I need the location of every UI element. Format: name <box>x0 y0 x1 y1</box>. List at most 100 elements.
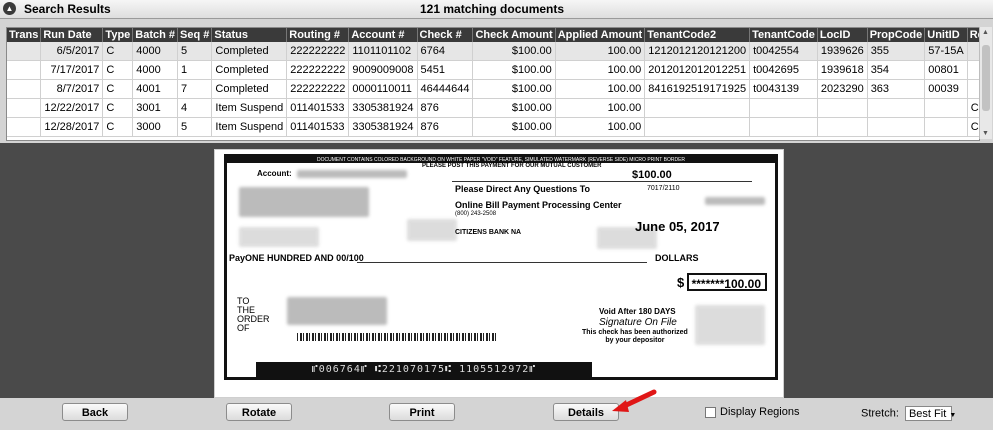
table-cell <box>924 117 968 137</box>
table-cell: t0043139 <box>749 79 818 99</box>
rotate-button[interactable]: Rotate <box>226 403 292 421</box>
table-row[interactable]: 12/22/2017 C 3001 4 Item Suspend 011401533 330… <box>7 98 979 118</box>
print-button[interactable]: Print <box>389 403 455 421</box>
table-cell: 00801 <box>924 60 968 80</box>
table-cell: 8416192519171925 <box>644 79 751 99</box>
table-cell: 363 <box>867 79 926 99</box>
grid-scrollbar[interactable]: ▲ ▼ <box>979 27 992 139</box>
table-cell <box>749 98 818 118</box>
table-cell: 3001 <box>132 98 179 118</box>
table-cell: Item Suspend <box>211 117 288 137</box>
redacted-payee <box>287 297 387 325</box>
void-after-text: Void After 180 DAYS <box>599 307 676 316</box>
table-row[interactable]: 8/7/2017 C 4001 7 Completed 222222222 00001100… <box>7 79 979 99</box>
dollar-sign: $ <box>677 275 685 290</box>
table-header-row: Trans Run Date Type Batch # Seq # Status… <box>7 28 979 42</box>
table-cell: C <box>102 60 134 80</box>
table-cell: 100.00 <box>555 79 646 99</box>
table-cell: 354 <box>867 60 926 80</box>
table-cell: t0042695 <box>749 60 818 80</box>
col-header[interactable]: Seq # <box>177 28 213 42</box>
phone-text: (800) 243-2508 <box>455 211 497 217</box>
table-cell: 12/22/2017 <box>40 98 104 118</box>
table-cell: 1939618 <box>817 60 868 80</box>
table-cell: 222222222 <box>286 60 350 80</box>
scroll-thumb[interactable] <box>982 45 990 111</box>
check-barcode <box>297 333 497 341</box>
table-cell: 5451 <box>417 60 474 80</box>
table-cell: 4000 <box>132 42 179 61</box>
display-regions-toggle[interactable]: Display Regions <box>705 406 799 418</box>
table-cell: C <box>102 117 134 137</box>
table-cell: 6/5/2017 <box>40 42 104 61</box>
table-cell <box>7 42 42 61</box>
col-header[interactable]: Run Date <box>40 28 104 42</box>
dollars-label: DOLLARS <box>655 253 699 263</box>
pay-text: PayONE HUNDRED AND 00/100 <box>229 253 364 263</box>
chevron-down-icon: ▼ <box>949 412 957 419</box>
table-cell: $100.00 <box>472 79 556 99</box>
col-header[interactable]: Check Amount <box>472 28 556 42</box>
table-cell: C <box>102 79 134 99</box>
col-header[interactable]: UnitID <box>924 28 968 42</box>
routing-fraction: 7017/2110 <box>647 185 680 192</box>
table-cell: 222222222 <box>286 42 350 61</box>
void-watermark <box>407 219 457 241</box>
table-row[interactable]: 6/5/2017 C 4000 5 Completed 222222222 11011011… <box>7 42 979 61</box>
table-row[interactable]: 12/28/2017 C 3000 5 Item Suspend 011401533 330… <box>7 117 979 137</box>
table-cell: 1212012120121200 <box>644 42 751 61</box>
table-cell: 12/28/2017 <box>40 117 104 137</box>
scroll-up-icon[interactable]: ▲ <box>982 29 989 36</box>
col-header[interactable]: TenantCode <box>749 28 818 42</box>
table-cell <box>867 117 926 137</box>
col-header[interactable]: Trans <box>7 28 42 42</box>
table-cell: 100.00 <box>555 42 646 61</box>
table-cell: 3305381924 <box>348 98 418 118</box>
table-cell: 4001 <box>132 79 179 99</box>
col-header[interactable]: Status <box>211 28 288 42</box>
col-header[interactable]: Batch # <box>132 28 179 42</box>
check-image: DOCUMENT CONTAINS COLORED BACKGROUND ON … <box>214 149 784 398</box>
red-arrow-annotation <box>612 389 657 412</box>
col-header[interactable]: Account # <box>348 28 418 42</box>
table-cell: Completed <box>211 79 288 99</box>
table-cell <box>867 98 926 118</box>
table-cell <box>7 117 42 137</box>
check-body: DOCUMENT CONTAINS COLORED BACKGROUND ON … <box>224 154 778 380</box>
pay-line <box>357 262 647 263</box>
scroll-down-icon[interactable]: ▼ <box>982 130 989 137</box>
void-watermark <box>239 227 319 247</box>
table-cell <box>749 117 818 137</box>
collapse-icon[interactable]: ▲ <box>3 2 16 15</box>
table-cell: 355 <box>867 42 926 61</box>
bank-name: CITIZENS BANK NA <box>455 229 522 236</box>
authorized-text: This check has been authorized by your d… <box>582 329 688 344</box>
void-watermark <box>695 305 765 345</box>
col-header[interactable]: Applied Amount <box>555 28 646 42</box>
display-regions-checkbox[interactable] <box>705 406 716 418</box>
back-button[interactable]: Back <box>62 403 128 421</box>
signature-text: Signature On File <box>599 317 677 328</box>
stretch-select[interactable]: Best Fit ▼ <box>904 406 956 421</box>
table-cell: 7/17/2017 <box>40 60 104 80</box>
table-cell: 8/7/2017 <box>40 79 104 99</box>
table-cell <box>644 98 751 118</box>
stretch-value: Best Fit <box>908 408 947 420</box>
amount-box: *******100.00 <box>687 273 767 291</box>
table-cell: 011401533 <box>286 117 350 137</box>
table-cell <box>924 98 968 118</box>
col-header[interactable]: Type <box>102 28 134 42</box>
col-header[interactable]: Routing # <box>286 28 350 42</box>
table-cell: 1939626 <box>817 42 868 61</box>
table-cell: 1 <box>177 60 213 80</box>
micr-line: ⑈006764⑈ ⑆221070175⑆ 1105512972⑈ <box>256 362 592 378</box>
search-results-title: Search Results <box>24 2 111 16</box>
table-row[interactable]: 7/17/2017 C 4000 1 Completed 222222222 9009009… <box>7 60 979 80</box>
col-header[interactable]: LocID <box>817 28 868 42</box>
table-cell: 100.00 <box>555 117 646 137</box>
col-header[interactable]: TenantCode2 <box>644 28 751 42</box>
to-the-order-of: TO THE ORDER OF <box>237 296 270 333</box>
col-header[interactable]: PropCode <box>867 28 926 42</box>
col-header[interactable]: Check # <box>417 28 474 42</box>
table-cell <box>7 60 42 80</box>
